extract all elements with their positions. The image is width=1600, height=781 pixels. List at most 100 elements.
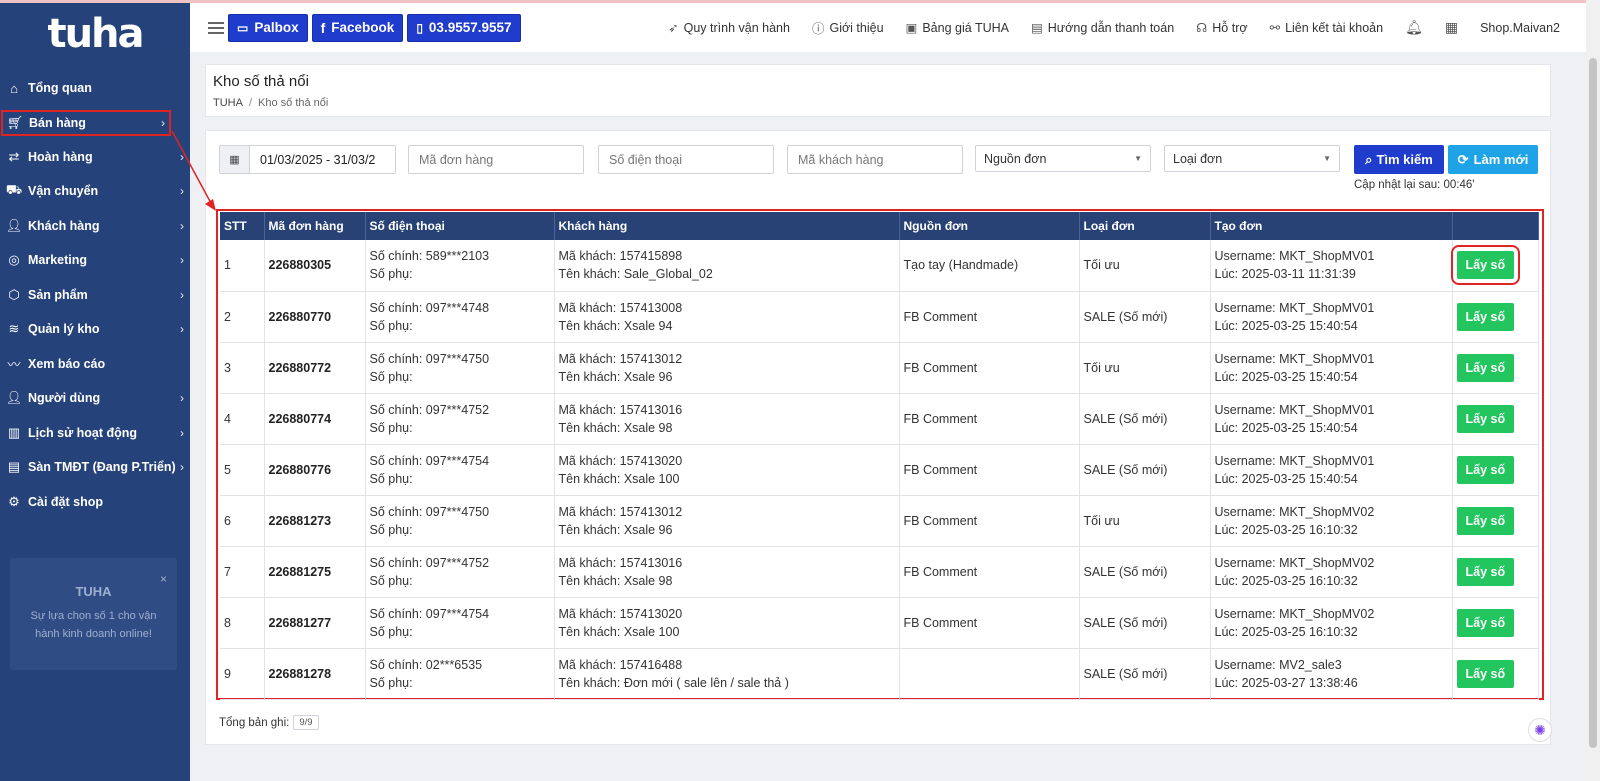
customer-cell-line: Tên khách: Xsale 100: [558, 471, 680, 486]
get-number-button[interactable]: Lấy số: [1456, 608, 1515, 637]
type-cell-line: SALE (Số mới): [1083, 666, 1168, 681]
stt-cell-line: 2: [224, 309, 231, 324]
get-number-button[interactable]: Lấy số: [1456, 506, 1515, 535]
sidebar-item-3[interactable]: ⛟ Vận chuyển ›: [0, 174, 190, 209]
chat-icon: ▭: [237, 20, 249, 35]
promo-description: Sự lựa chọn số 1 cho vận hành kinh doanh…: [30, 610, 157, 640]
user-menu[interactable]: Shop.Maivan2: [1480, 21, 1560, 35]
nav-quy-trinh[interactable]: ➶ Quy trình vận hành: [668, 20, 790, 36]
sidebar-item-7[interactable]: ≋ Quản lý kho ›: [0, 312, 190, 347]
breadcrumb-home[interactable]: TUHA: [213, 97, 243, 109]
stt-cell: 5: [220, 444, 265, 496]
info-icon: ⓘ: [811, 22, 825, 36]
calendar-icon[interactable]: ▦: [1445, 19, 1458, 36]
customer-cell-line: Mã khách: 157413012: [558, 504, 683, 519]
breadcrumb-separator: /: [248, 97, 253, 109]
type-select[interactable]: Loại đơn ▼: [1164, 145, 1340, 172]
phone-cell-line: Số phụ:: [369, 267, 413, 282]
gear-icon: ⚙: [8, 493, 20, 509]
created-cell-line: Username: MKT_ShopMV02: [1214, 606, 1375, 621]
sidebar-item-8[interactable]: 〰 Xem báo cáo: [0, 347, 190, 382]
orders-table: STT Mã đơn hàng Số điện thoại Khách hàng Ngu…: [220, 212, 1539, 700]
palbox-button[interactable]: ▭ Palbox: [228, 13, 308, 42]
return-icon: ⇄: [8, 148, 20, 164]
stt-cell: 7: [220, 546, 265, 598]
logo[interactable]: tuha: [0, 3, 190, 65]
customer-code-input[interactable]: Mã khách hàng: [787, 145, 963, 174]
created-cell-line: Lúc: 2025-03-25 15:40:54: [1214, 369, 1358, 384]
action-cell: Lấy số: [1452, 546, 1539, 598]
get-number-button[interactable]: Lấy số: [1456, 455, 1515, 484]
scrollbar-thumb[interactable]: [1589, 58, 1597, 748]
username: Shop.Maivan2: [1480, 20, 1560, 35]
customer-cell-line: Mã khách: 157413012: [558, 351, 683, 366]
nav-gioi-thieu[interactable]: ⓘ Giới thiệu: [812, 18, 884, 37]
phone-cell-line: Số chính: 097***4750: [369, 504, 490, 519]
customer-cell: Mã khách: 157413016 Tên khách: Xsale 98: [554, 393, 900, 445]
phone-cell: Số chính: 097***4750 Số phụ:: [365, 342, 555, 394]
chevron-right-icon: ›: [161, 115, 165, 130]
reset-button[interactable]: ⟳ Làm mới: [1448, 145, 1538, 174]
sidebar-item-6[interactable]: ⬡ Sản phẩm ›: [0, 278, 190, 313]
order-code-cell: 226881275: [264, 546, 366, 598]
sidebar-item-0[interactable]: ⌂ Tổng quan: [0, 71, 190, 106]
order-code-cell-line: 226880772: [268, 360, 332, 375]
get-number-button[interactable]: Lấy số: [1456, 659, 1515, 688]
created-cell: Username: MKT_ShopMV01 Lúc: 2025-03-11 11…: [1210, 240, 1453, 292]
stt-cell-line: 4: [224, 411, 231, 426]
sidebar-item-12[interactable]: ⚙ Cài đặt shop: [0, 485, 190, 520]
source-select[interactable]: Nguồn đơn ▼: [975, 145, 1151, 172]
cart-icon: 🛒︎: [6, 114, 24, 130]
sidebar-item-1[interactable]: 🛒︎ Bán hàng ›: [1, 109, 171, 136]
sidebar-item-4[interactable]: 👤︎ Khách hàng ›: [0, 209, 190, 244]
table-row: 3 226880772 Số chính: 097***4750 Số phụ: Mã …: [220, 342, 1539, 394]
facebook-button[interactable]: f Facebook: [311, 13, 404, 42]
nav-label: Hỗ trợ: [1212, 20, 1248, 35]
table-row: 5 226880776 Số chính: 097***4754 Số phụ: Mã …: [220, 444, 1539, 496]
source-cell-line: FB Comment: [903, 615, 978, 630]
sidebar-item-label: Sản phẩm: [28, 287, 88, 302]
table-row: 4 226880774 Số chính: 097***4752 Số phụ: Mã …: [220, 393, 1539, 445]
sidebar-item-5[interactable]: ◎ Marketing ›: [0, 243, 190, 278]
sidebar-item-11[interactable]: ▤ Sàn TMĐT (Đang P.Triển) ›: [0, 450, 190, 485]
target-icon: ◎: [8, 252, 20, 268]
bell-icon[interactable]: 🔔︎: [1405, 19, 1423, 36]
nav-ho-tro[interactable]: ☊ Hỗ trợ: [1196, 20, 1248, 36]
sidebar-item-label: Xem báo cáo: [28, 356, 106, 371]
page-title: Kho số thả nổi: [213, 73, 309, 90]
sidebar-item-9[interactable]: 👤︎ Người dùng ›: [0, 381, 190, 416]
get-number-button[interactable]: Lấy số: [1456, 353, 1515, 382]
customer-cell: Mã khách: 157416488 Tên khách: Đơn mới ( …: [554, 648, 900, 700]
phone-input[interactable]: Số điện thoại: [598, 145, 774, 174]
sidebar-item-10[interactable]: ▥ Lịch sử hoạt động ›: [0, 416, 190, 451]
stt-cell: 8: [220, 597, 265, 649]
hotline-button[interactable]: ▯ 03.9557.9557: [407, 13, 521, 42]
phone-cell-line: Số phụ:: [369, 573, 413, 588]
search-button[interactable]: ⌕ Tìm kiếm: [1354, 145, 1444, 174]
get-number-button[interactable]: Lấy số: [1450, 245, 1521, 286]
type-cell-line: SALE (Số mới): [1083, 309, 1168, 324]
column-header: Khách hàng: [554, 212, 900, 240]
created-cell-line: Username: MKT_ShopMV01: [1214, 249, 1375, 264]
assistant-fab-icon[interactable]: ✺: [1528, 718, 1552, 742]
type-cell-line: Tối ưu: [1083, 513, 1120, 528]
nav-huong-dan-thanh-toan[interactable]: ▤ Hướng dẫn thanh toán: [1031, 20, 1174, 36]
order-code-input[interactable]: Mã đơn hàng: [408, 145, 584, 174]
get-number-button[interactable]: Lấy số: [1456, 557, 1515, 586]
action-cell: Lấy số: [1452, 597, 1539, 649]
created-cell-line: Username: MKT_ShopMV01: [1214, 351, 1375, 366]
nav-lien-ket[interactable]: ⚯ Liên kết tài khoản: [1270, 20, 1383, 36]
get-number-button[interactable]: Lấy số: [1456, 302, 1515, 331]
created-cell-line: Lúc: 2025-03-25 15:40:54: [1214, 471, 1358, 486]
stt-cell: 9: [220, 648, 265, 700]
sidebar-item-label: Sàn TMĐT (Đang P.Triển): [28, 460, 176, 475]
nav-bang-gia[interactable]: ▣ Bảng giá TUHA: [906, 20, 1009, 36]
page-scrollbar[interactable]: [1586, 0, 1600, 781]
menu-toggle-icon[interactable]: [208, 21, 224, 34]
sidebar-item-2[interactable]: ⇄ Hoàn hàng ›: [0, 140, 190, 175]
get-number-button[interactable]: Lấy số: [1456, 404, 1515, 433]
customer-cell: Mã khách: 157413008 Tên khách: Xsale 94: [554, 291, 900, 343]
facebook-label: Facebook: [331, 20, 395, 35]
date-range-picker[interactable]: ▦ 01/03/2025 - 31/03/2: [219, 145, 396, 174]
close-icon[interactable]: ×: [160, 572, 167, 586]
